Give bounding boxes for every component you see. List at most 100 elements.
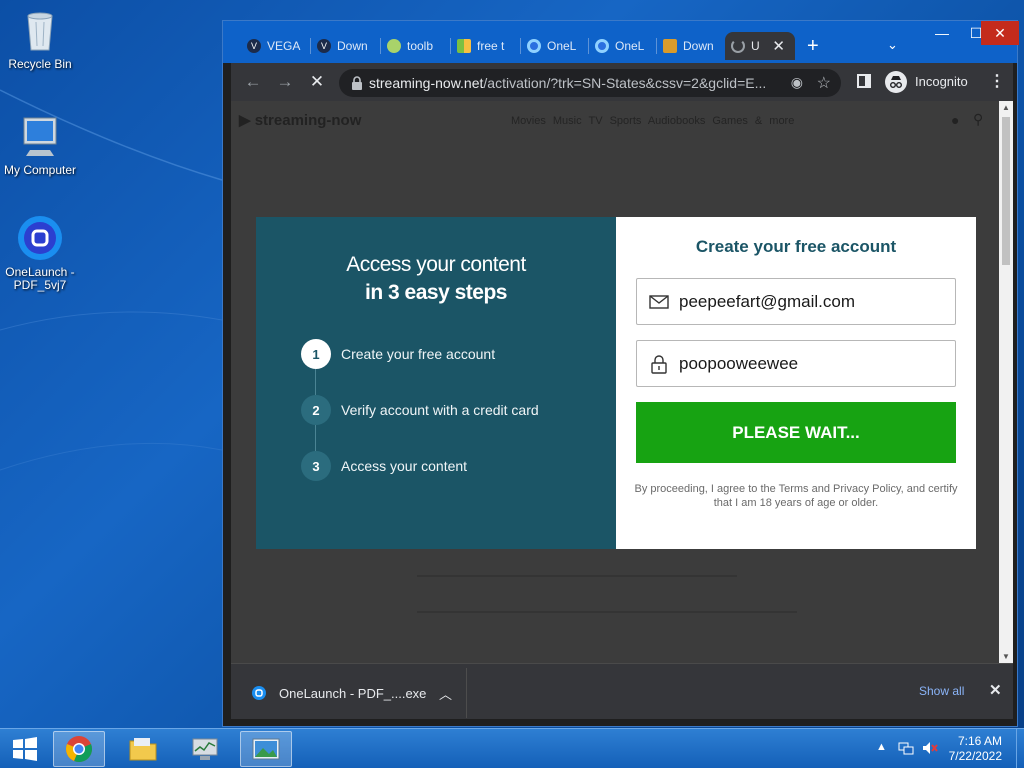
taskbar-task-manager[interactable] (179, 731, 231, 767)
tab[interactable]: V Down (311, 32, 381, 60)
site-nav[interactable]: Movies Music TV Sports Audiobooks Games … (511, 115, 794, 127)
minimize-button[interactable]: — (925, 21, 959, 45)
bars-favicon (457, 39, 471, 53)
signup-form: Create your free account PLEASE WAIT... … (616, 217, 976, 549)
tab[interactable]: OneL (521, 32, 589, 60)
step-3: 3 Access your content (301, 451, 467, 481)
close-window-button[interactable]: ✕ (981, 21, 1019, 45)
computer-icon (16, 112, 64, 160)
tab-strip: V VEGA V Down toolb free t OneL OneL Dow… (223, 21, 1019, 63)
signup-modal: Access your content in 3 easy steps 1 Cr… (256, 217, 976, 549)
tab[interactable]: toolb (381, 32, 451, 60)
step-2: 2 Verify account with a credit card (301, 395, 539, 425)
onelaunch-favicon (595, 39, 609, 53)
toolbar-favicon (387, 39, 401, 53)
monitor-graph-icon (192, 738, 218, 760)
browser-toolbar: ← → ✕ streaming-now.net/activation/?trk=… (231, 63, 1013, 101)
clock-date: 7/22/2022 (948, 749, 1002, 763)
onelaunch-favicon (527, 39, 541, 53)
desktop-icon-my-computer[interactable]: My Computer (0, 112, 80, 177)
step-label: Create your free account (341, 346, 496, 362)
step-connector (315, 369, 316, 395)
volume-muted-icon[interactable] (922, 741, 938, 758)
taskbar-file-explorer[interactable] (117, 731, 169, 767)
address-bar[interactable]: streaming-now.net/activation/?trk=SN-Sta… (339, 69, 841, 97)
book-favicon (663, 39, 677, 53)
taskbar: ▲ 7:16 AM 7/22/2022 (0, 728, 1024, 768)
step-1: 1 Create your free account (301, 339, 495, 369)
incognito-label: Incognito (915, 74, 968, 89)
chrome-icon (66, 736, 92, 762)
system-clock[interactable]: 7:16 AM 7/22/2022 (949, 734, 1002, 764)
form-title: Create your free account (695, 237, 897, 256)
lock-icon (352, 76, 362, 90)
close-download-bar-icon[interactable]: ✕ (989, 681, 1002, 699)
windows-logo-icon (13, 737, 37, 761)
background-content (417, 611, 797, 613)
menu-kebab-icon[interactable]: ⋮ (989, 71, 1005, 91)
password-field[interactable] (636, 340, 956, 387)
download-bar: OneLaunch - PDF_....exe ︿ Show all ✕ (231, 663, 1013, 719)
url-text: streaming-now.net/activation/?trk=SN-Sta… (369, 75, 767, 91)
show-desktop-button[interactable] (1016, 729, 1024, 768)
desktop-icon-recycle-bin[interactable]: Recycle Bin (0, 6, 80, 71)
taskbar-chrome[interactable] (53, 731, 105, 767)
scroll-up-icon[interactable]: ▲ (1002, 103, 1010, 112)
tracking-blocked-icon[interactable]: ◉ (791, 74, 803, 91)
scrollbar-thumb[interactable] (1002, 117, 1010, 265)
search-icon[interactable]: ⚲ (973, 111, 983, 128)
new-tab-button[interactable]: + (807, 35, 819, 58)
clock-time: 7:16 AM (957, 734, 1002, 748)
tab[interactable]: V VEGA (241, 32, 311, 60)
start-button[interactable] (0, 731, 50, 767)
user-icon[interactable]: ● (951, 112, 959, 128)
bookmark-star-icon[interactable]: ☆ (817, 73, 831, 93)
show-all-link[interactable]: Show all (919, 684, 964, 698)
onelaunch-file-icon (252, 686, 266, 700)
incognito-icon[interactable] (885, 71, 907, 93)
download-filename: OneLaunch - PDF_....exe (279, 685, 427, 701)
step-label: Access your content (341, 458, 468, 474)
forward-arrow-icon[interactable]: → (275, 72, 295, 92)
submit-button[interactable]: PLEASE WAIT... (636, 402, 956, 463)
steps-heading: Access your content (346, 253, 526, 276)
desktop-icon-label: OneLaunch - PDF_5vj7 (5, 265, 75, 292)
tab[interactable]: Down (657, 32, 725, 60)
tab-active[interactable]: U ✕ (725, 32, 795, 60)
step-number: 3 (301, 451, 331, 481)
recycle-bin-icon (16, 6, 64, 54)
vega-favicon: V (247, 39, 261, 53)
back-arrow-icon[interactable]: ← (243, 72, 263, 92)
email-field[interactable] (636, 278, 956, 325)
tab-search-icon[interactable]: ⌄ (887, 37, 898, 53)
download-item[interactable]: OneLaunch - PDF_....exe ︿ (237, 668, 467, 718)
step-number: 1 (301, 339, 331, 369)
email-input[interactable] (679, 291, 929, 312)
chevron-up-icon[interactable]: ︿ (439, 684, 452, 703)
picture-icon (252, 738, 280, 760)
steps-panel: Access your content in 3 easy steps 1 Cr… (256, 217, 616, 549)
password-input[interactable] (679, 353, 929, 374)
tab[interactable]: OneL (589, 32, 657, 60)
desktop-icon-onelaunch[interactable]: OneLaunch - PDF_5vj7 (0, 214, 80, 292)
step-label: Verify account with a credit card (341, 402, 539, 418)
desktop-icon-label: Recycle Bin (8, 57, 72, 71)
tab[interactable]: free t (451, 32, 521, 60)
side-panel-icon[interactable] (857, 74, 871, 88)
stop-loading-icon[interactable]: ✕ (307, 72, 327, 92)
background-content (417, 575, 737, 577)
site-header: ▶ streaming-now Movies Music TV Sports A… (231, 101, 999, 141)
steps-subheading: in 3 easy steps (365, 281, 507, 304)
show-hidden-icons[interactable]: ▲ (876, 741, 887, 753)
close-tab-icon[interactable]: ✕ (772, 37, 785, 55)
step-number: 2 (301, 395, 331, 425)
vega-favicon: V (317, 39, 331, 53)
scroll-down-icon[interactable]: ▼ (1002, 652, 1010, 661)
taskbar-photo-viewer[interactable] (240, 731, 292, 767)
network-icon[interactable] (898, 741, 914, 758)
desktop-icon-label: My Computer (3, 163, 77, 177)
onelaunch-icon (16, 214, 64, 262)
site-logo[interactable]: ▶ streaming-now (239, 111, 361, 129)
page-viewport: ▶ streaming-now Movies Music TV Sports A… (231, 101, 999, 663)
page-scrollbar[interactable]: ▲ ▼ (999, 101, 1013, 663)
